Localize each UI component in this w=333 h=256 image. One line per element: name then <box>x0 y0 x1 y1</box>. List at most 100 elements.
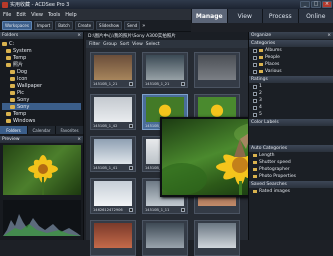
batch-button[interactable]: Batch <box>55 21 73 30</box>
histogram-graph <box>3 200 81 236</box>
import-button[interactable]: Import <box>34 21 53 30</box>
checkbox-icon[interactable] <box>253 113 257 117</box>
thumbnail[interactable]: 14510B_1_41 <box>90 136 136 172</box>
histogram <box>3 200 81 236</box>
rating-item[interactable]: 3 <box>249 97 333 104</box>
tree-node[interactable]: Temp <box>2 110 81 117</box>
rating-item[interactable]: 4 <box>249 104 333 111</box>
create-button[interactable]: Create <box>75 21 94 30</box>
group-menu[interactable]: Group <box>103 42 117 47</box>
folders-panel: Folders × C: System Temp 照片 Dog Icon Wal… <box>0 32 84 136</box>
folder-icon <box>10 84 15 88</box>
thumbnail[interactable]: 14510B_1_42 <box>90 94 136 130</box>
tab-online[interactable]: Online <box>298 9 333 23</box>
workspaces-button[interactable]: Workspaces <box>2 21 32 30</box>
search-icon <box>253 190 257 193</box>
thumbnail[interactable]: 1462612472906 <box>90 178 136 214</box>
thumbnail[interactable] <box>194 220 240 256</box>
thumbnail-image <box>146 223 184 248</box>
rating-item[interactable]: 2 <box>249 90 333 97</box>
checkbox-icon[interactable] <box>253 70 257 74</box>
ratings-section[interactable]: Ratings <box>249 76 333 83</box>
view-menu[interactable]: View <box>132 42 143 47</box>
checkbox-icon[interactable] <box>253 49 257 53</box>
folder-icon <box>6 112 11 116</box>
close-icon[interactable]: × <box>327 33 331 38</box>
tab-view[interactable]: View <box>227 9 263 23</box>
menu-tools[interactable]: Tools <box>48 12 60 18</box>
categories-section[interactable]: Categories <box>249 40 333 47</box>
rating-item[interactable]: 5 <box>249 111 333 118</box>
tree-node[interactable]: System <box>2 47 81 54</box>
tab-folders[interactable]: Folders <box>0 126 28 134</box>
toolbar-expand-icon[interactable]: » <box>142 23 145 29</box>
color-labels-section[interactable]: Color Labels <box>249 119 333 126</box>
thumbnail[interactable] <box>142 220 188 256</box>
send-button[interactable]: Send <box>124 21 140 30</box>
tree-node[interactable]: Icon <box>2 75 81 82</box>
checkbox-icon[interactable] <box>181 208 185 212</box>
category-item[interactable]: Places <box>249 61 333 68</box>
auto-category-item[interactable]: Photo Properties <box>249 173 333 180</box>
close-icon[interactable]: × <box>77 33 81 38</box>
folder-icon <box>10 105 15 109</box>
slideshow-button[interactable]: Slideshow <box>96 21 122 30</box>
thumbnail[interactable]: 14510B_1_21 <box>142 52 188 88</box>
saved-search-item[interactable]: Rated images <box>249 188 333 195</box>
close-icon[interactable]: × <box>77 137 81 142</box>
tree-node[interactable]: Wallpaper <box>2 82 81 89</box>
preview-title: Preview <box>2 137 20 142</box>
auto-category-item[interactable]: Shutter speed <box>249 159 333 166</box>
thumbnail[interactable]: 14510B_1_21 <box>90 52 136 88</box>
saved-searches-section[interactable]: Saved Searches <box>249 181 333 188</box>
sort-menu[interactable]: Sort <box>120 42 129 47</box>
auto-category-item[interactable]: Photographer <box>249 166 333 173</box>
checkbox-icon[interactable] <box>129 82 133 86</box>
checkbox-icon[interactable] <box>129 124 133 128</box>
checkbox-icon[interactable] <box>253 85 257 89</box>
path-bar[interactable]: D:\图片中心\我的照片\Sony A300实拍照片 <box>86 32 248 40</box>
category-icon <box>259 63 263 66</box>
checkbox-icon[interactable] <box>253 56 257 60</box>
category-item[interactable]: Albums <box>249 47 333 54</box>
category-item[interactable]: People <box>249 54 333 61</box>
menu-file[interactable]: File <box>3 12 11 18</box>
maximize-button[interactable]: □ <box>311 1 321 8</box>
tab-calendar[interactable]: Calendar <box>28 126 56 134</box>
tree-node[interactable]: 照片 <box>2 61 81 68</box>
title-bar: 实用收藏 - ACDSee Pro 3 _ □ × <box>0 0 333 9</box>
select-menu[interactable]: Select <box>146 42 160 47</box>
checkbox-icon[interactable] <box>253 106 257 110</box>
auto-category-item[interactable]: Length <box>249 152 333 159</box>
category-icon <box>253 154 257 157</box>
tree-node[interactable]: Dog <box>2 68 81 75</box>
minimize-button[interactable]: _ <box>300 1 310 8</box>
tree-node[interactable]: C: <box>2 40 81 47</box>
checkbox-icon[interactable] <box>181 82 185 86</box>
checkbox-icon[interactable] <box>129 208 133 212</box>
tab-manage[interactable]: Manage <box>191 9 227 23</box>
filter-menu[interactable]: Filter <box>89 42 100 47</box>
category-icon <box>259 56 263 59</box>
tree-node[interactable]: Temp <box>2 54 81 61</box>
menu-view[interactable]: View <box>31 12 43 18</box>
thumbnail[interactable] <box>194 52 240 88</box>
category-item[interactable]: Various <box>249 68 333 75</box>
checkbox-icon[interactable] <box>253 63 257 67</box>
tab-process[interactable]: Process <box>262 9 298 23</box>
checkbox-icon[interactable] <box>253 92 257 96</box>
tree-node-selected[interactable]: Sony <box>2 103 81 110</box>
rating-item[interactable]: 1 <box>249 83 333 90</box>
thumbnail[interactable] <box>90 220 136 256</box>
menu-edit[interactable]: Edit <box>16 12 26 18</box>
tree-node[interactable]: Pic <box>2 89 81 96</box>
checkbox-icon[interactable] <box>129 166 133 170</box>
tab-favorites[interactable]: Favorites <box>56 126 84 134</box>
tree-node[interactable]: Sony <box>2 96 81 103</box>
checkbox-icon[interactable] <box>253 99 257 103</box>
auto-categories-section[interactable]: Auto Categories <box>249 145 333 152</box>
tree-node[interactable]: Windows <box>2 117 81 124</box>
thumbnail-image <box>94 97 132 122</box>
menu-help[interactable]: Help <box>65 12 76 18</box>
close-button[interactable]: × <box>322 1 332 8</box>
